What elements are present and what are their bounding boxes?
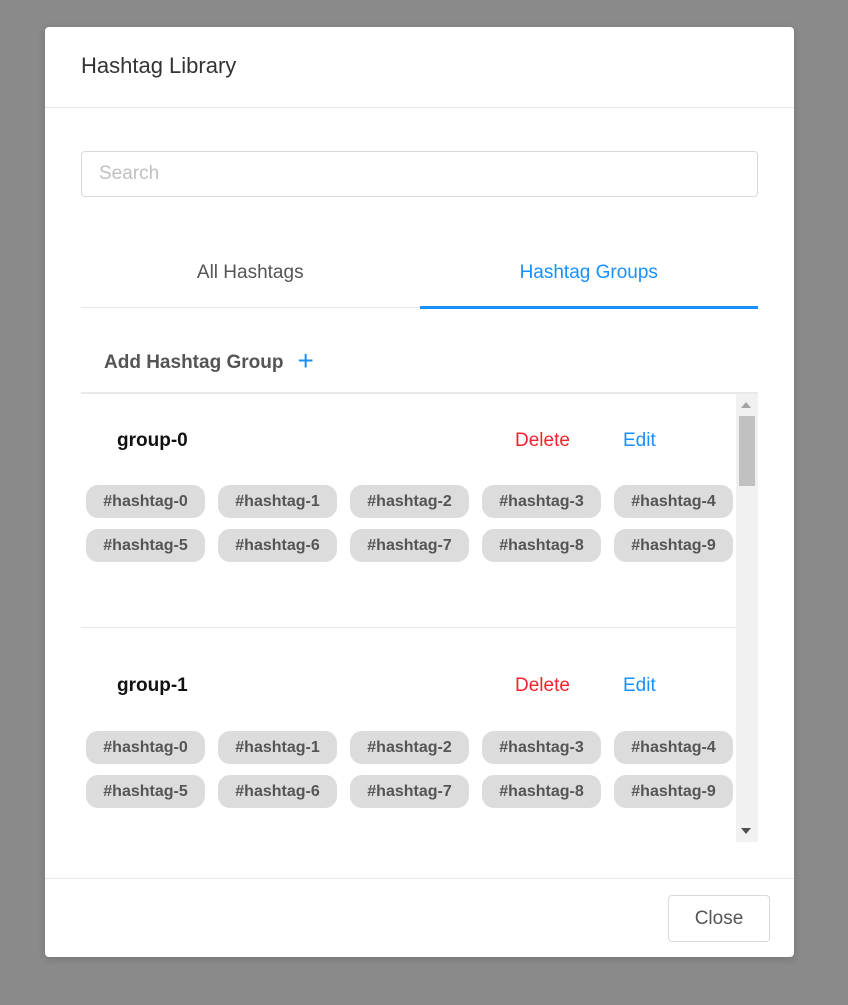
hashtag-group: group-0 Delete Edit #hashtag-0 #hashtag-1… xyxy=(81,394,736,628)
scrollbar-thumb[interactable] xyxy=(739,416,755,486)
delete-group-button[interactable]: Delete xyxy=(515,430,570,452)
delete-group-button[interactable]: Delete xyxy=(515,675,570,697)
hashtag-chip[interactable]: #hashtag-9 xyxy=(614,775,733,808)
hashtag-chip[interactable]: #hashtag-9 xyxy=(614,529,733,562)
hashtag-chip[interactable]: #hashtag-6 xyxy=(218,775,337,808)
hashtag-group: group-1 Delete Edit #hashtag-0 #hashtag-1… xyxy=(81,628,736,842)
hashtag-chip[interactable]: #hashtag-4 xyxy=(614,485,733,518)
tab-hashtag-groups[interactable]: Hashtag Groups xyxy=(419,249,759,309)
group-name: group-0 xyxy=(117,430,188,451)
edit-group-button[interactable]: Edit xyxy=(623,430,656,452)
hashtag-chip[interactable]: #hashtag-1 xyxy=(218,731,337,764)
hashtag-group-list: group-0 Delete Edit #hashtag-0 #hashtag-1… xyxy=(81,394,758,842)
modal-title: Hashtag Library xyxy=(81,53,237,78)
hashtag-chip[interactable]: #hashtag-7 xyxy=(350,775,469,808)
hashtag-chip[interactable]: #hashtag-5 xyxy=(86,775,205,808)
tab-all-hashtags[interactable]: All Hashtags xyxy=(81,249,420,307)
scroll-up-arrow-icon[interactable] xyxy=(741,402,751,408)
hashtag-chip[interactable]: #hashtag-3 xyxy=(482,485,601,518)
add-hashtag-group-button[interactable]: Add Hashtag Group + xyxy=(81,333,758,394)
hashtag-library-modal: Hashtag Library All Hashtags Hashtag Gro… xyxy=(45,27,794,957)
tab-bar: All Hashtags Hashtag Groups xyxy=(81,249,759,309)
hashtag-chip[interactable]: #hashtag-6 xyxy=(218,529,337,562)
hashtag-chip[interactable]: #hashtag-8 xyxy=(482,529,601,562)
hashtag-chip[interactable]: #hashtag-0 xyxy=(86,485,205,518)
group-header: group-0 Delete Edit xyxy=(81,430,736,454)
hashtag-chip[interactable]: #hashtag-8 xyxy=(482,775,601,808)
plus-icon[interactable]: + xyxy=(297,346,313,375)
search-input[interactable] xyxy=(81,151,758,197)
edit-group-button[interactable]: Edit xyxy=(623,675,656,697)
modal-header: Hashtag Library xyxy=(45,27,794,108)
hashtag-chip[interactable]: #hashtag-5 xyxy=(86,529,205,562)
hashtag-chip[interactable]: #hashtag-7 xyxy=(350,529,469,562)
hashtag-chip[interactable]: #hashtag-0 xyxy=(86,731,205,764)
close-button[interactable]: Close xyxy=(668,895,770,942)
hashtag-chip[interactable]: #hashtag-3 xyxy=(482,731,601,764)
modal-footer: Close xyxy=(45,878,794,957)
hashtag-chip[interactable]: #hashtag-2 xyxy=(350,731,469,764)
group-name: group-1 xyxy=(117,675,188,696)
add-hashtag-group-label: Add Hashtag Group xyxy=(104,351,284,373)
hashtag-chip[interactable]: #hashtag-1 xyxy=(218,485,337,518)
scrollbar[interactable] xyxy=(736,394,758,842)
hashtag-chip[interactable]: #hashtag-2 xyxy=(350,485,469,518)
scroll-down-arrow-icon[interactable] xyxy=(741,828,751,834)
tag-list: #hashtag-0 #hashtag-1 #hashtag-2 #hashtag-3… xyxy=(86,485,736,562)
hashtag-chip[interactable]: #hashtag-4 xyxy=(614,731,733,764)
tag-list: #hashtag-0 #hashtag-1 #hashtag-2 #hashtag-3… xyxy=(86,731,736,808)
group-header: group-1 Delete Edit xyxy=(81,675,736,699)
